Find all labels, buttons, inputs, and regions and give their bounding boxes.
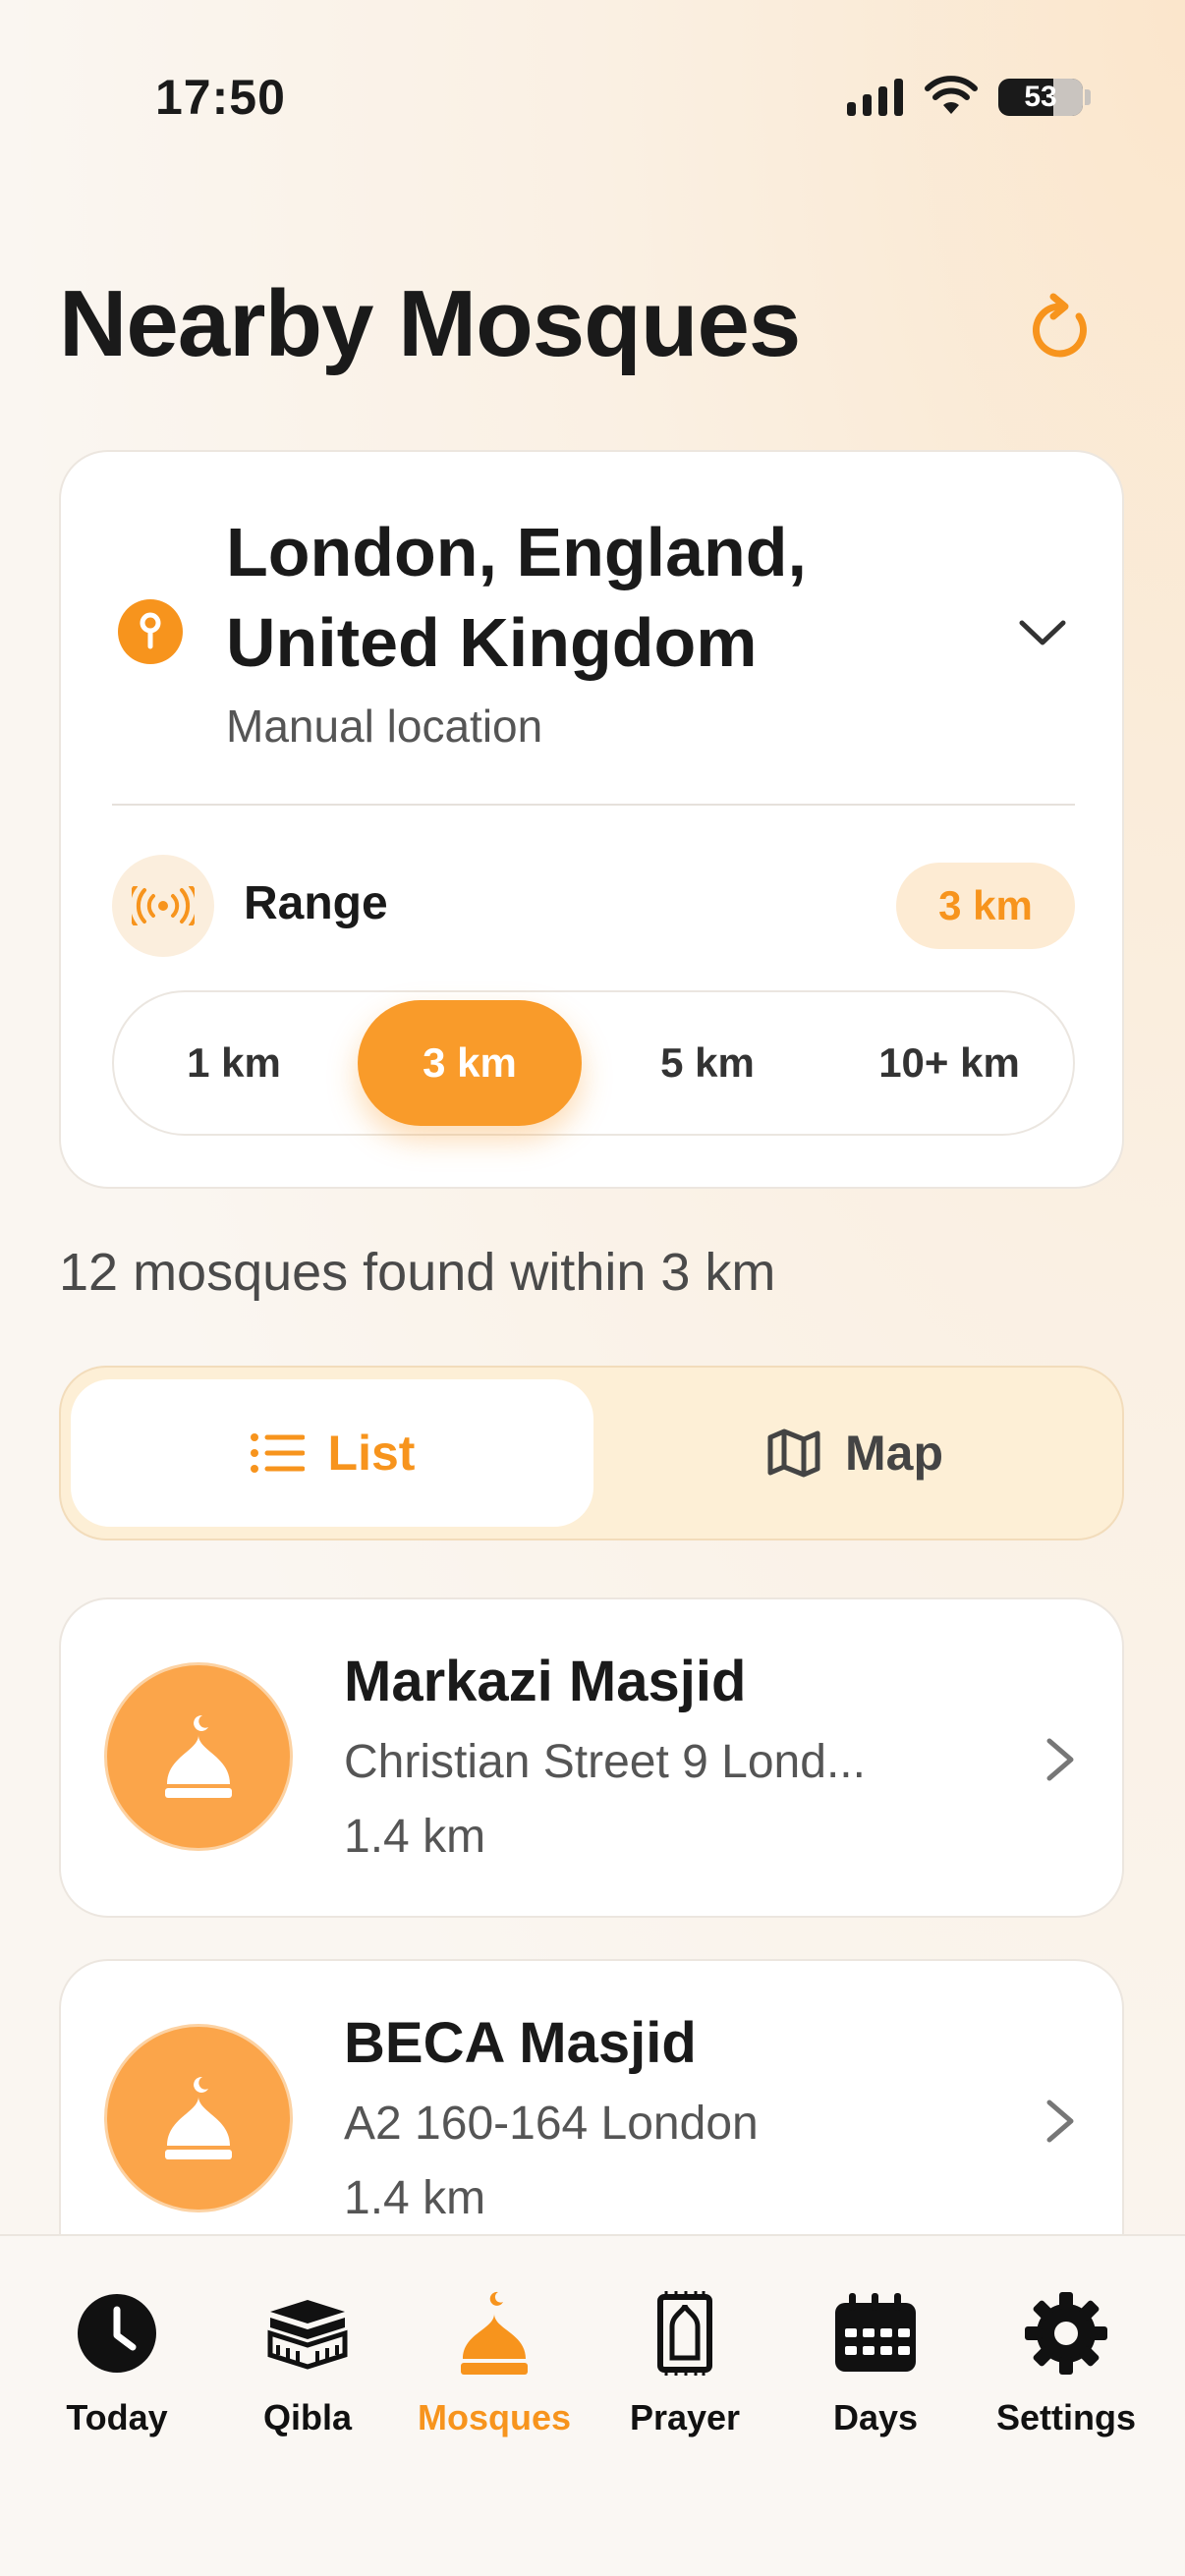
mosque-icon: [461, 2291, 528, 2375]
mosque-dome-icon: [165, 2076, 232, 2159]
chevron-down-icon[interactable]: [1016, 617, 1069, 650]
map-icon: [767, 1428, 820, 1478]
status-time: 17:50: [155, 70, 286, 125]
kaaba-icon: [267, 2300, 348, 2370]
range-option-3km[interactable]: 3 km: [358, 1000, 582, 1126]
tab-label: Today: [66, 2397, 168, 2437]
mosque-list-item[interactable]: Markazi Masjid Christian Street 9 Lond..…: [59, 1597, 1124, 1918]
list-view-label: List: [327, 1426, 416, 1481]
gear-icon: [1025, 2292, 1107, 2375]
view-toggle: List Map: [59, 1366, 1124, 1540]
battery-tip: [1085, 89, 1091, 105]
battery-icon: 53: [998, 79, 1083, 116]
range-option-5km[interactable]: 5 km: [595, 1000, 819, 1126]
location-subtitle: Manual location: [226, 700, 543, 752]
page-title: Nearby Mosques: [59, 271, 801, 376]
clock-icon: [78, 2294, 156, 2373]
refresh-icon[interactable]: [1022, 289, 1100, 367]
mosque-name: BECA Masjid: [344, 2011, 697, 2075]
status-bar: 17:50 53: [0, 0, 1185, 196]
results-summary: 12 mosques found within 3 km: [59, 1243, 776, 1302]
prayer-mat-icon: [657, 2291, 712, 2376]
location-name[interactable]: London, England, United Kingdom: [226, 507, 914, 688]
tab-mosques[interactable]: Mosques: [401, 2289, 588, 2438]
mosque-address: A2 160-164 London: [344, 2098, 759, 2150]
battery-level: 53: [1024, 81, 1057, 113]
wifi-icon: [925, 76, 978, 114]
range-label: Range: [244, 877, 388, 929]
mosque-address: Christian Street 9 Lond...: [344, 1736, 866, 1788]
broadcast-icon: [132, 886, 195, 925]
cellular-signal-icon: [847, 77, 903, 116]
map-view-button[interactable]: Map: [593, 1379, 1116, 1527]
tab-label: Days: [832, 2397, 919, 2437]
tab-days[interactable]: Days: [782, 2289, 969, 2438]
tab-label: Prayer: [629, 2397, 741, 2437]
tab-settings[interactable]: Settings: [973, 2289, 1159, 2438]
range-icon-badge: [112, 855, 214, 957]
divider: [112, 804, 1075, 806]
tab-label: Settings: [995, 2397, 1136, 2437]
calendar-icon: [835, 2293, 916, 2372]
tab-label: Qibla: [262, 2397, 353, 2437]
mosque-distance: 1.4 km: [344, 2172, 486, 2224]
range-selector: 1 km 3 km 5 km 10+ km: [112, 990, 1075, 1136]
mosque-distance: 1.4 km: [344, 1811, 486, 1863]
list-icon: [250, 1433, 305, 1473]
tab-today[interactable]: Today: [24, 2289, 210, 2438]
tab-bar: Today Qibla Mosques Prayer Days Settings: [0, 2234, 1185, 2576]
range-value-badge: 3 km: [896, 863, 1075, 949]
mosque-dome-icon: [165, 1714, 232, 1798]
chevron-right-icon: [1046, 1738, 1074, 1781]
tab-label: Mosques: [417, 2397, 572, 2437]
tab-qibla[interactable]: Qibla: [214, 2289, 401, 2438]
mosque-avatar: [104, 2024, 293, 2212]
tab-prayer[interactable]: Prayer: [592, 2289, 778, 2438]
mosque-avatar: [104, 1662, 293, 1851]
location-card: London, England, United Kingdom Manual l…: [59, 450, 1124, 1189]
range-option-10km[interactable]: 10+ km: [831, 1000, 1067, 1126]
list-view-button[interactable]: List: [71, 1379, 593, 1527]
map-view-label: Map: [845, 1426, 943, 1481]
chevron-right-icon: [1046, 2100, 1074, 2143]
location-pin-icon: [118, 599, 183, 664]
range-option-1km[interactable]: 1 km: [122, 1000, 346, 1126]
mosque-name: Markazi Masjid: [344, 1650, 747, 1713]
